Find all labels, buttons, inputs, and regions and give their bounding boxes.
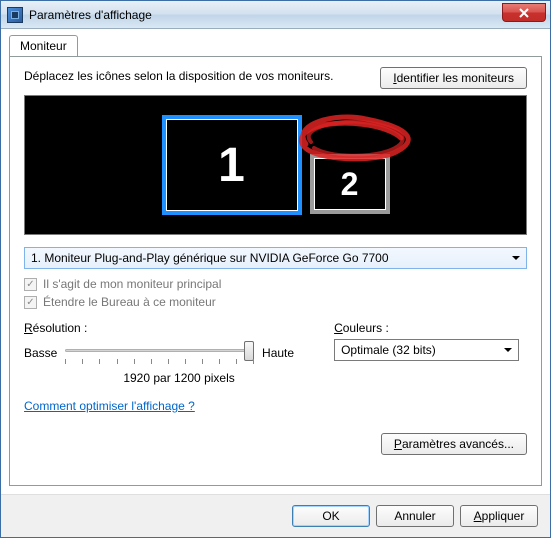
close-icon <box>519 8 529 18</box>
monitor-1-label: 1 <box>218 138 245 193</box>
primary-monitor-checkbox: ✓ <box>24 278 37 291</box>
identify-monitors-button[interactable]: Identifier les moniteurs <box>380 67 527 89</box>
display-settings-window: Paramètres d'affichage Moniteur Déplacez… <box>0 0 551 538</box>
resolution-high-label: Haute <box>262 346 294 360</box>
tab-monitor[interactable]: Moniteur <box>9 35 78 56</box>
chevron-down-icon <box>507 250 524 266</box>
window-title: Paramètres d'affichage <box>29 8 152 22</box>
instructions-text: Déplacez les icônes selon la disposition… <box>24 67 334 83</box>
client-area: Moniteur Déplacez les icônes selon la di… <box>1 29 550 537</box>
primary-monitor-label: Il s'agit de mon moniteur principal <box>43 277 221 291</box>
extend-desktop-checkbox: ✓ <box>24 296 37 309</box>
optimize-display-link[interactable]: Comment optimiser l'affichage ? <box>24 399 527 413</box>
monitor-2-label: 2 <box>341 166 359 203</box>
colors-label: Couleurs : <box>334 321 527 335</box>
extend-desktop-label: Étendre le Bureau à ce moniteur <box>43 295 216 309</box>
resolution-value: 1920 par 1200 pixels <box>24 371 294 385</box>
resolution-low-label: Basse <box>24 346 57 360</box>
identify-label-rest: dentifier les moniteurs <box>397 71 514 85</box>
apply-button[interactable]: Appliquer <box>460 505 538 527</box>
monitor-select-value: 1. Moniteur Plug-and-Play générique sur … <box>31 251 389 265</box>
tab-label: Moniteur <box>20 39 67 53</box>
colors-dropdown[interactable]: Optimale (32 bits) <box>334 339 519 361</box>
resolution-slider[interactable] <box>65 339 254 367</box>
close-button[interactable] <box>502 3 546 22</box>
slider-ticks <box>65 359 254 367</box>
tab-strip: Moniteur <box>1 29 550 56</box>
dialog-button-bar: OK Annuler Appliquer <box>1 494 550 537</box>
ok-button[interactable]: OK <box>292 505 370 527</box>
display-settings-icon <box>7 7 23 23</box>
resolution-label: Résolution : <box>24 321 294 335</box>
tab-panel: Déplacez les icônes selon la disposition… <box>9 56 542 486</box>
advanced-settings-button[interactable]: Paramètres avancés... <box>381 433 527 455</box>
monitor-1[interactable]: 1 <box>162 115 302 215</box>
slider-thumb[interactable] <box>244 341 254 361</box>
monitor-2[interactable]: 2 <box>310 154 390 214</box>
chevron-down-icon <box>499 342 516 358</box>
monitor-select-dropdown[interactable]: 1. Moniteur Plug-and-Play générique sur … <box>24 247 527 269</box>
titlebar[interactable]: Paramètres d'affichage <box>1 1 550 29</box>
monitor-arrangement-area[interactable]: 1 2 <box>24 95 527 235</box>
colors-value: Optimale (32 bits) <box>341 343 436 357</box>
cancel-button[interactable]: Annuler <box>376 505 454 527</box>
slider-track <box>65 349 254 352</box>
